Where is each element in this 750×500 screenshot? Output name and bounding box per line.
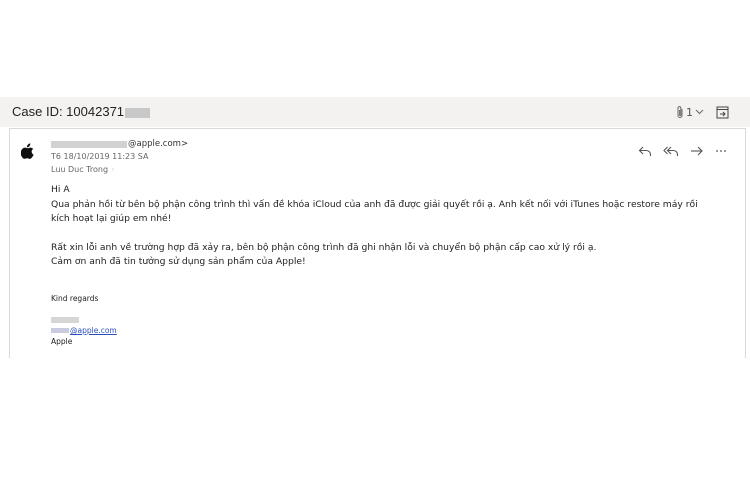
signature-company: Apple <box>51 337 73 346</box>
recipient-line[interactable]: Luu Duc Trong ◦ <box>51 165 115 174</box>
body-line: Rất xin lỗi anh về trường hợp đã xảy ra,… <box>51 241 597 253</box>
body-line: kích hoạt lại giúp em nhé! <box>51 213 172 225</box>
message-date: T6 18/10/2019 11:23 SA <box>51 152 149 161</box>
body-line: Cảm ơn anh đã tin tưởng sử dụng sản phẩm… <box>51 256 306 268</box>
recipient-status-icon: ◦ <box>111 166 116 174</box>
forward-icon[interactable] <box>690 145 704 157</box>
attachment-count: 1 <box>686 105 693 119</box>
redacted-case-digits <box>125 107 151 118</box>
sender-email: @apple.com> <box>128 139 189 149</box>
sender-address[interactable]: @apple.com> <box>51 139 188 149</box>
case-title-text: Case ID: 10042371 <box>12 104 125 119</box>
reply-icon[interactable] <box>638 145 652 157</box>
message-actions <box>638 144 727 158</box>
message-card: @apple.com> T6 18/10/2019 11:23 SA Luu D… <box>9 128 746 358</box>
case-header: Case ID: 10042371 1 <box>0 97 750 127</box>
message-body: Hi A Qua phản hồi từ bên bộ phận công tr… <box>51 183 741 270</box>
redacted-signature-email <box>51 328 69 333</box>
more-icon[interactable] <box>715 145 727 157</box>
redacted-sender-name <box>51 140 127 148</box>
signature-regards: Kind regards <box>51 294 99 303</box>
chevron-down-icon <box>695 109 704 115</box>
redacted-signature-name <box>51 317 79 323</box>
signature-email-link[interactable]: @apple.com <box>51 326 117 335</box>
body-line: Qua phản hồi từ bên bộ phận công trình t… <box>51 198 698 210</box>
case-title: Case ID: 10042371 <box>12 104 151 119</box>
greeting: Hi A <box>51 184 70 195</box>
paperclip-icon <box>676 105 684 119</box>
signature-email: @apple.com <box>70 326 117 335</box>
reply-all-icon[interactable] <box>663 145 679 157</box>
open-in-window-icon[interactable] <box>716 104 729 119</box>
email-reading-pane: Case ID: 10042371 1 @apple.com> T6 18/10… <box>0 97 750 358</box>
signature-name <box>51 315 79 324</box>
recipient-name: Luu Duc Trong <box>51 165 109 174</box>
apple-logo-icon <box>20 143 35 159</box>
attachment-indicator[interactable]: 1 <box>676 104 704 120</box>
